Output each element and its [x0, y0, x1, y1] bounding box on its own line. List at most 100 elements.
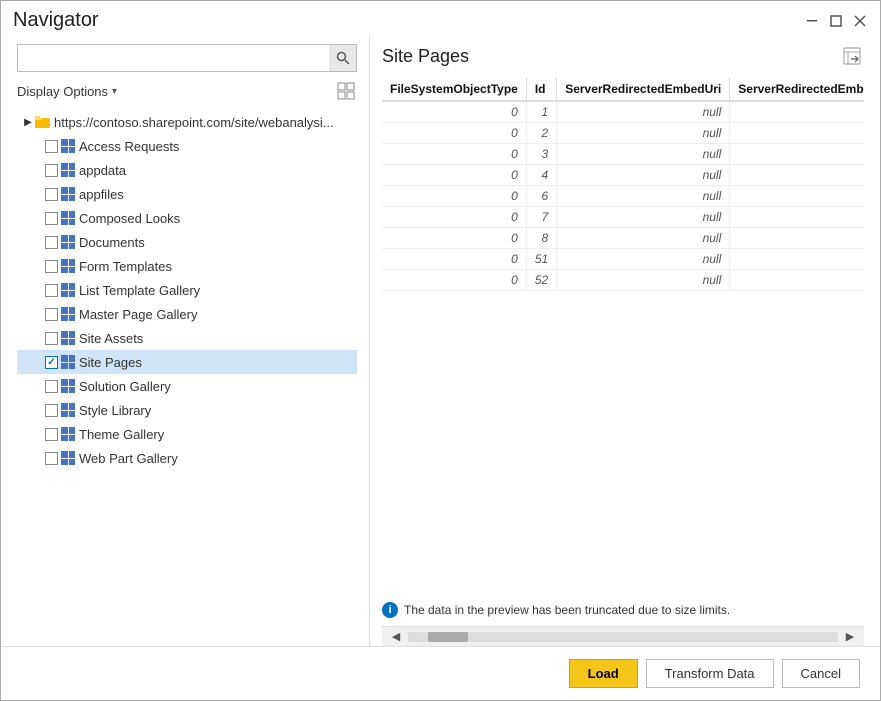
list-icon [61, 355, 75, 369]
table-header-row: FileSystemObjectType Id ServerRedirected… [382, 78, 864, 101]
cell-filesystem: 0 [382, 101, 526, 123]
list-icon [61, 403, 75, 417]
list-icon [61, 283, 75, 297]
cell-server-embed [730, 207, 864, 228]
tree-item-label: Site Assets [79, 331, 143, 346]
cell-server-embed [730, 228, 864, 249]
tree-item-checkbox[interactable] [45, 212, 58, 225]
maximize-button[interactable] [828, 13, 844, 29]
tree-item-checkbox[interactable]: ✓ [45, 356, 58, 369]
data-table-wrapper[interactable]: FileSystemObjectType Id ServerRedirected… [382, 78, 864, 594]
load-button[interactable]: Load [569, 659, 638, 688]
list-icon [61, 451, 75, 465]
table-export-button[interactable] [840, 44, 864, 68]
cell-filesystem: 0 [382, 249, 526, 270]
tree-item-checkbox[interactable] [45, 284, 58, 297]
cell-server-uri: null [557, 165, 730, 186]
cell-server-embed [730, 186, 864, 207]
dialog-title: Navigator [13, 9, 99, 32]
scroll-right-button[interactable]: ▶ [840, 629, 860, 645]
tree-item[interactable]: ✓ Site Pages [17, 350, 357, 374]
tree-item-checkbox[interactable] [45, 236, 58, 249]
select-all-button[interactable] [335, 80, 357, 102]
table-row: 04null [382, 165, 864, 186]
tree-item[interactable]: List Template Gallery [17, 278, 357, 302]
tree-item[interactable]: Style Library [17, 398, 357, 422]
tree-area[interactable]: ▶ https://contoso.sharepoint.com/site/we… [17, 110, 357, 646]
list-icon [61, 139, 75, 153]
table-row: 06null [382, 186, 864, 207]
tree-item-checkbox[interactable] [45, 260, 58, 273]
tree-item-label: Site Pages [79, 355, 142, 370]
cell-filesystem: 0 [382, 186, 526, 207]
tree-item-label: Documents [79, 235, 145, 250]
tree-item-checkbox[interactable] [45, 140, 58, 153]
navigator-dialog: Navigator [0, 0, 881, 701]
tree-item[interactable]: appfiles [17, 182, 357, 206]
tree-item-checkbox[interactable] [45, 164, 58, 177]
display-options-label: Display Options [17, 84, 108, 99]
cell-id: 3 [526, 144, 556, 165]
tree-item-label: Access Requests [79, 139, 179, 154]
search-input[interactable] [17, 44, 357, 72]
tree-item-checkbox[interactable] [45, 404, 58, 417]
data-table: FileSystemObjectType Id ServerRedirected… [382, 78, 864, 291]
display-options-button[interactable]: Display Options ▾ [17, 82, 117, 101]
tree-item[interactable]: Documents [17, 230, 357, 254]
minimize-button[interactable] [804, 13, 820, 29]
list-icon [61, 331, 75, 345]
tree-item[interactable]: Solution Gallery [17, 374, 357, 398]
table-row: 051null [382, 249, 864, 270]
tree-item[interactable]: Theme Gallery [17, 422, 357, 446]
horizontal-scrollbar[interactable]: ◀ ▶ [382, 626, 864, 646]
close-button[interactable] [852, 13, 868, 29]
tree-item-checkbox[interactable] [45, 452, 58, 465]
transform-data-button[interactable]: Transform Data [646, 659, 774, 688]
tree-item-checkbox[interactable] [45, 380, 58, 393]
tree-item[interactable]: Access Requests [17, 134, 357, 158]
cell-id: 52 [526, 270, 556, 291]
tree-item[interactable]: Web Part Gallery [17, 446, 357, 470]
tree-item-label: Style Library [79, 403, 151, 418]
panel-divider [369, 36, 370, 646]
tree-item[interactable]: Form Templates [17, 254, 357, 278]
col-filesystem: FileSystemObjectType [382, 78, 526, 101]
list-icon [61, 235, 75, 249]
scroll-thumb[interactable] [428, 632, 468, 642]
left-panel: Display Options ▾ ▶ [17, 36, 357, 646]
title-bar: Navigator [1, 1, 880, 36]
table-row: 03null [382, 144, 864, 165]
tree-item-label: Form Templates [79, 259, 172, 274]
tree-item-checkbox[interactable] [45, 428, 58, 441]
tree-item[interactable]: Site Assets [17, 326, 357, 350]
cancel-button[interactable]: Cancel [782, 659, 860, 688]
search-button[interactable] [329, 44, 357, 72]
cell-server-uri: null [557, 144, 730, 165]
list-icon [61, 259, 75, 273]
list-icon [61, 211, 75, 225]
tree-item[interactable]: Master Page Gallery [17, 302, 357, 326]
tree-item-label: Composed Looks [79, 211, 180, 226]
scroll-track[interactable] [408, 632, 838, 642]
tree-item[interactable]: appdata [17, 158, 357, 182]
tree-item-checkbox[interactable] [45, 332, 58, 345]
table-body: 01null02null03null04null06null07null08nu… [382, 101, 864, 291]
tree-item-checkbox[interactable] [45, 308, 58, 321]
cell-filesystem: 0 [382, 165, 526, 186]
right-panel-header: Site Pages [382, 44, 864, 68]
right-panel-title: Site Pages [382, 46, 469, 67]
scroll-left-button[interactable]: ◀ [386, 629, 406, 645]
cell-server-embed [730, 270, 864, 291]
tree-item[interactable]: Composed Looks [17, 206, 357, 230]
tree-item-label: Master Page Gallery [79, 307, 198, 322]
right-panel: Site Pages FileSystemObjec [382, 36, 864, 646]
cell-server-embed [730, 165, 864, 186]
list-icon [61, 427, 75, 441]
tree-item-checkbox[interactable] [45, 188, 58, 201]
cell-filesystem: 0 [382, 207, 526, 228]
cell-server-uri: null [557, 101, 730, 123]
cell-server-uri: null [557, 186, 730, 207]
list-icon [61, 307, 75, 321]
tree-root-item[interactable]: ▶ https://contoso.sharepoint.com/site/we… [17, 110, 357, 134]
cell-filesystem: 0 [382, 270, 526, 291]
